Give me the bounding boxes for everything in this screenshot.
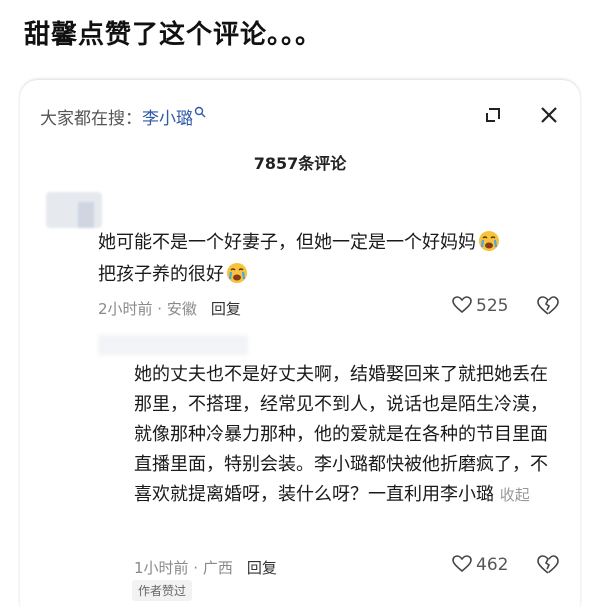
crying-emoji-icon — [479, 231, 499, 251]
author-liked-badge: 作者赞过 — [132, 580, 193, 601]
avatar[interactable] — [46, 192, 102, 228]
comment-time-location: 2小时前 · 安徽 — [98, 300, 197, 318]
heart-icon — [452, 296, 472, 314]
comments-panel: 大家都在搜：李小璐 7857条评论 她可能不是一个好妻子，但她一定是一个好妈妈 … — [20, 80, 580, 607]
heart-icon — [452, 555, 472, 573]
reply-button[interactable]: 回复 — [247, 559, 277, 577]
blurred-username — [98, 335, 248, 355]
like-count: 462 — [476, 555, 509, 575]
comment-meta: 2小时前 · 安徽 回复 — [98, 298, 241, 319]
crying-emoji-icon — [227, 263, 247, 283]
like-button[interactable]: 462 — [452, 555, 508, 575]
expand-icon[interactable] — [480, 102, 506, 128]
search-icon — [194, 106, 206, 118]
reply-button[interactable]: 回复 — [211, 300, 241, 318]
close-icon[interactable] — [536, 102, 562, 128]
comment-line: 把孩子养的很好 — [98, 264, 224, 285]
comment-text: 她可能不是一个好妻子，但她一定是一个好妈妈 把孩子养的很好 — [98, 227, 538, 291]
like-count: 525 — [476, 296, 509, 316]
reply-comment-body: 她的丈夫也不是好丈夫啊，结婚娶回来了就把她丢在那里，不搭理，经常见不到人，说话也… — [134, 364, 548, 505]
broken-heart-icon[interactable] — [537, 555, 559, 575]
like-button[interactable]: 525 — [452, 296, 508, 316]
collapse-button[interactable]: 收起 — [500, 486, 530, 504]
comment-time-location: 1小时前 · 广西 — [134, 559, 233, 577]
comment-line: 她可能不是一个好妻子，但她一定是一个好妈妈 — [98, 232, 476, 253]
broken-heart-icon[interactable] — [537, 296, 559, 316]
search-suggestion[interactable]: 大家都在搜：李小璐 — [40, 104, 206, 129]
comment-meta: 1小时前 · 广西 回复 — [134, 557, 277, 578]
comment-text: 她的丈夫也不是好丈夫啊，结婚娶回来了就把她丢在那里，不搭理，经常见不到人，说话也… — [134, 360, 554, 510]
search-term[interactable]: 李小璐 — [142, 109, 193, 129]
search-prefix: 大家都在搜： — [40, 109, 142, 129]
headline: 甜馨点赞了这个评论。。。 — [24, 20, 323, 50]
screenshot-page: 甜馨点赞了这个评论。。。 大家都在搜：李小璐 7857条评论 她可能不是一个好妻… — [0, 0, 600, 607]
comment-count: 7857条评论 — [253, 154, 347, 173]
